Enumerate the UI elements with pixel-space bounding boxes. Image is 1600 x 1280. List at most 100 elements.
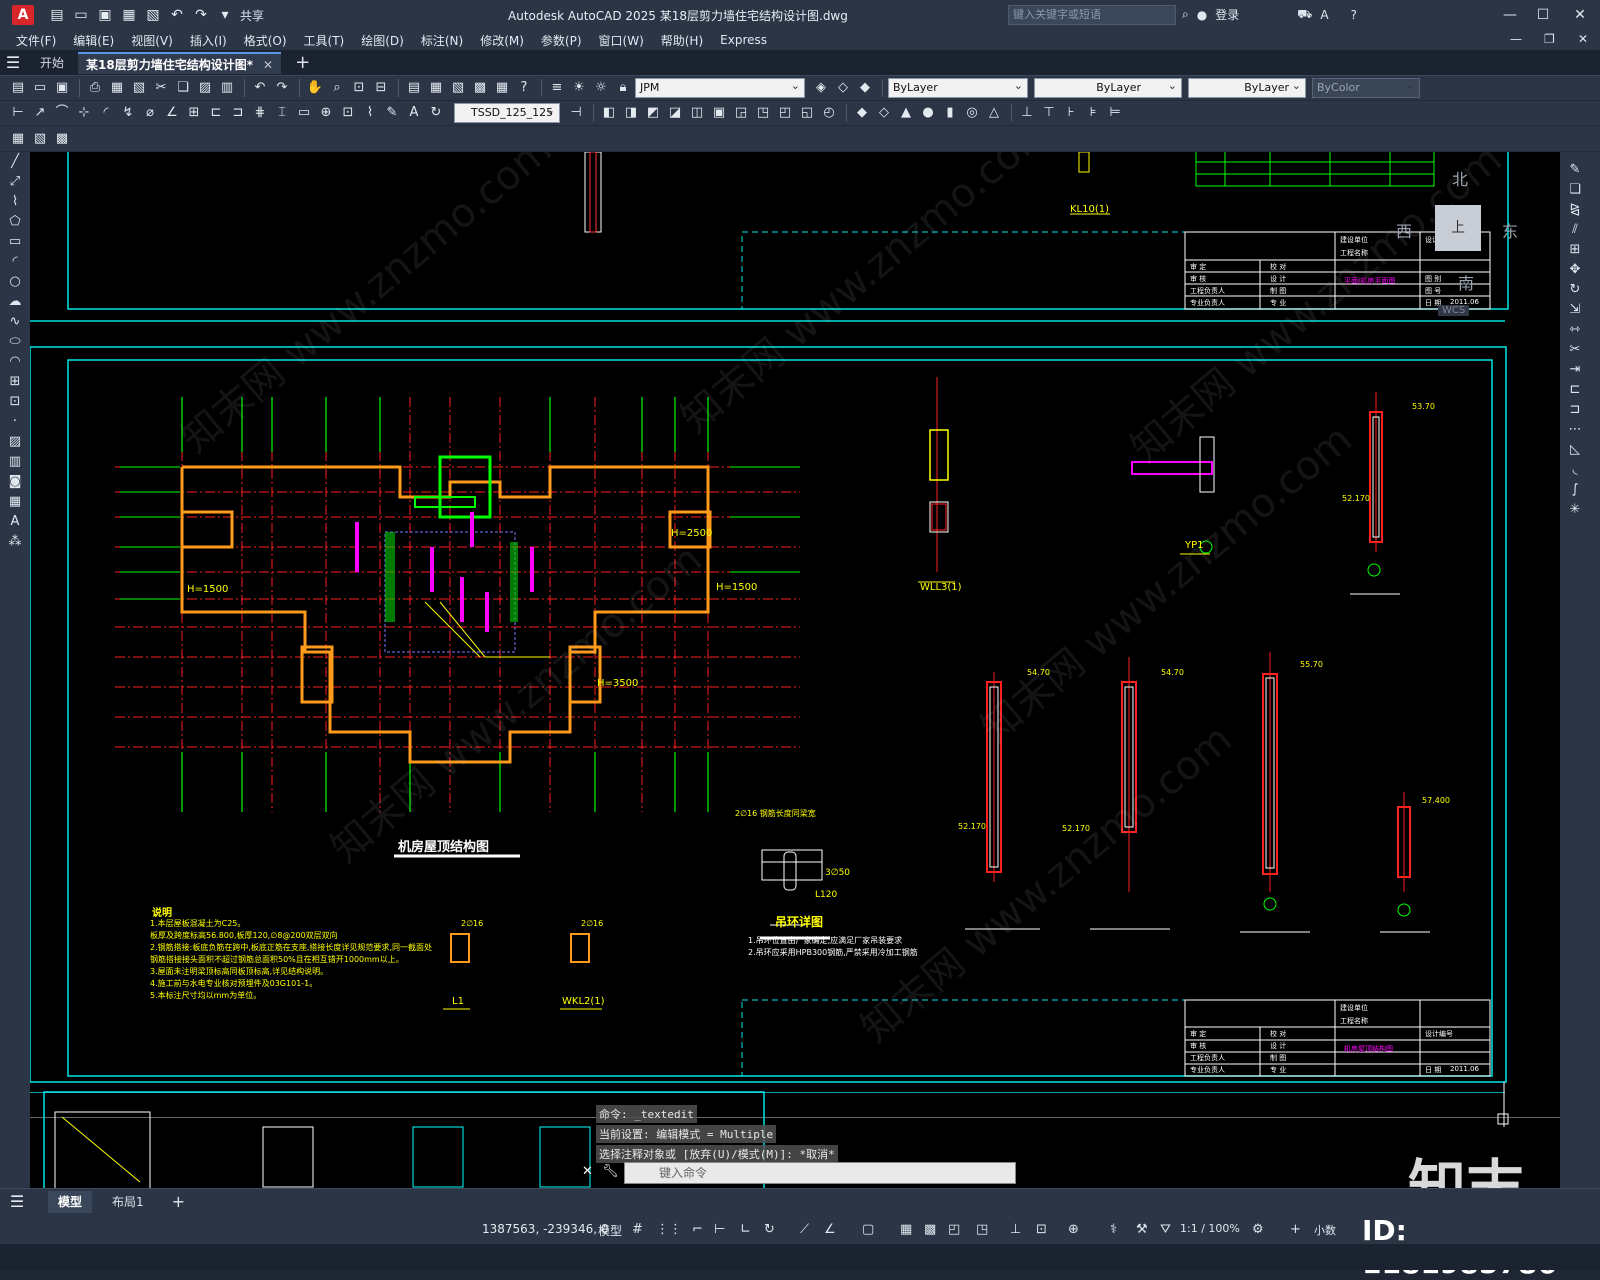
dim-space-icon[interactable]: ⋕ xyxy=(250,104,270,122)
region-icon[interactable]: ◙ xyxy=(0,472,30,492)
autocad-logo[interactable]: A xyxy=(12,5,34,25)
cylinder-icon[interactable]: ▮ xyxy=(940,104,960,122)
polyline-icon[interactable]: ⌇ xyxy=(0,192,30,212)
units-dropdown[interactable]: 小数 xyxy=(1314,1222,1336,1238)
new-file-icon[interactable]: ▤ xyxy=(48,7,66,23)
dim-text-edit-icon[interactable]: A xyxy=(404,104,424,122)
menu-format[interactable]: 格式(O) xyxy=(236,32,296,49)
diameter-icon[interactable]: ⌀ xyxy=(140,104,160,122)
view-right-icon[interactable]: ◫ xyxy=(687,104,707,122)
osnap-icon[interactable]: ▢ xyxy=(862,1222,874,1237)
arc-length-icon[interactable]: ⌒ xyxy=(52,104,72,122)
close-button[interactable]: ✕ xyxy=(1560,4,1600,26)
viewcube-west[interactable]: 西 xyxy=(1396,218,1412,242)
dropdown-icon[interactable]: ▾ xyxy=(216,7,234,23)
box-icon[interactable]: ◆ xyxy=(852,104,872,122)
rectangle-icon[interactable]: ▭ xyxy=(0,232,30,252)
doc-close-icon[interactable]: ✕ xyxy=(1578,32,1588,46)
doc-restore-icon[interactable]: ❐ xyxy=(1544,32,1555,46)
menu-view[interactable]: 视图(V) xyxy=(123,32,182,49)
doc-minimize-icon[interactable]: — xyxy=(1510,32,1522,46)
explode-icon[interactable]: ✳ xyxy=(1560,500,1590,520)
fillet-icon[interactable]: ◟ xyxy=(1560,460,1590,480)
torus-icon[interactable]: ◎ xyxy=(962,104,982,122)
dim-update-icon[interactable]: ↻ xyxy=(426,104,446,122)
navigation-icon[interactable]: ⊕ xyxy=(1068,1222,1079,1237)
zoom-previous-icon[interactable]: ⊟ xyxy=(371,79,391,97)
layer-state-icon[interactable]: ◆ xyxy=(855,79,875,97)
maximize-button[interactable]: ☐ xyxy=(1523,4,1563,26)
lock-icon[interactable]: 🔒︎ xyxy=(613,79,633,97)
model-space-button[interactable]: 模型 xyxy=(598,1222,622,1239)
grid-icon[interactable]: # xyxy=(632,1222,643,1237)
point-icon[interactable]: · xyxy=(0,412,30,432)
ellipse-icon[interactable]: ⬭ xyxy=(0,332,30,352)
rotate-icon[interactable]: ↻ xyxy=(1560,280,1590,300)
pyramid-icon[interactable]: △ xyxy=(984,104,1004,122)
center-mark-icon[interactable]: ⊕ xyxy=(316,104,336,122)
save-as-icon[interactable]: ▦ xyxy=(120,7,138,23)
ucs-world-icon[interactable]: ⊤ xyxy=(1039,104,1059,122)
infer-icon[interactable]: ⌐ xyxy=(692,1222,703,1237)
paste-icon[interactable]: ▨ xyxy=(195,79,215,97)
continue-icon[interactable]: ⊐ xyxy=(228,104,248,122)
erase-icon[interactable]: ✎ xyxy=(1560,160,1590,180)
lineweight-icon[interactable]: ▦ xyxy=(900,1222,912,1237)
aligned-dim-icon[interactable]: ↗ xyxy=(30,104,50,122)
menu-insert[interactable]: 插入(I) xyxy=(182,32,236,49)
design-center-icon[interactable]: ▦ xyxy=(426,79,446,97)
polar-icon[interactable]: ↻ xyxy=(764,1222,775,1237)
object-tracking-icon[interactable]: ∠ xyxy=(824,1222,836,1237)
undo-icon[interactable]: ↶ xyxy=(250,79,270,97)
ordinate-icon[interactable]: ⊹ xyxy=(74,104,94,122)
redo-icon[interactable]: ↷ xyxy=(192,7,210,23)
break-icon[interactable]: ⊐ xyxy=(1560,400,1590,420)
ucs-object-icon[interactable]: ⊨ xyxy=(1105,104,1125,122)
menu-tools[interactable]: 工具(T) xyxy=(296,32,354,49)
iso-se-icon[interactable]: ◰ xyxy=(775,104,795,122)
viewcube-top-face[interactable]: 上 xyxy=(1435,205,1481,251)
light-bulb-icon[interactable]: ☀ xyxy=(569,79,589,97)
plotstyle-dropdown[interactable]: ByColor xyxy=(1312,77,1420,98)
scale-dropdown[interactable]: 1:1 / 100% xyxy=(1180,1222,1240,1235)
help-icon[interactable]: ? xyxy=(1351,8,1357,22)
auto-scale-icon[interactable]: ⚒ xyxy=(1136,1222,1148,1237)
circle-icon[interactable]: ○ xyxy=(0,272,30,292)
tab-layout1[interactable]: 布局1 xyxy=(102,1191,154,1213)
insert-block-icon[interactable]: ⊞ xyxy=(0,372,30,392)
copy-icon[interactable]: ❏ xyxy=(173,79,193,97)
iso-nw-icon[interactable]: ◴ xyxy=(819,104,839,122)
wcs-menu[interactable]: WCS xyxy=(1438,305,1470,316)
viewcube-south[interactable]: 南 xyxy=(1458,270,1474,294)
iso-ne-icon[interactable]: ◱ xyxy=(797,104,817,122)
mtext-icon[interactable]: A xyxy=(0,512,30,532)
dim-edit-icon[interactable]: ✎ xyxy=(382,104,402,122)
color-dropdown[interactable]: ByLayer xyxy=(888,77,1028,98)
open-file-icon[interactable]: ▭ xyxy=(72,7,90,23)
cut-icon[interactable]: ✂ xyxy=(151,79,171,97)
baseline-icon[interactable]: ⊏ xyxy=(206,104,226,122)
cone-icon[interactable]: ▲ xyxy=(896,104,916,122)
drawing-canvas[interactable]: 知末网 www.znzmo.com 知末网 www.znzmo.com 知末网 … xyxy=(30,152,1560,1188)
properties-icon[interactable]: ▤ xyxy=(404,79,424,97)
menu-help[interactable]: 帮助(H) xyxy=(653,32,712,49)
dim-break-icon[interactable]: ⌶ xyxy=(272,104,292,122)
autodesk-icon[interactable]: A xyxy=(1320,8,1328,22)
mirror-icon[interactable]: ⧎ xyxy=(1560,200,1590,220)
print-icon[interactable]: ⎙ xyxy=(85,79,105,97)
view-left-icon[interactable]: ◪ xyxy=(665,104,685,122)
dim-style-icon[interactable]: ⊣ xyxy=(566,104,586,122)
angular-icon[interactable]: ∠ xyxy=(162,104,182,122)
arc-icon[interactable]: ◜ xyxy=(0,252,30,272)
jogged-linear-icon[interactable]: ⌇ xyxy=(360,104,380,122)
preview-icon[interactable]: ▦ xyxy=(107,79,127,97)
annotation-scale-icon[interactable]: ⛛ xyxy=(1160,1222,1171,1237)
user-icon[interactable]: ● xyxy=(1197,8,1207,22)
workspace-icon[interactable]: ▦ xyxy=(8,130,28,148)
calculator-icon[interactable]: ▦ xyxy=(492,79,512,97)
gradient-icon[interactable]: ▥ xyxy=(0,452,30,472)
make-block-icon[interactable]: ⊡ xyxy=(0,392,30,412)
add-selected-icon[interactable]: ⁂ xyxy=(0,532,30,552)
lineweight-dropdown[interactable]: ByLayer xyxy=(1188,77,1306,98)
linear-dim-icon[interactable]: ⊢ xyxy=(8,104,28,122)
